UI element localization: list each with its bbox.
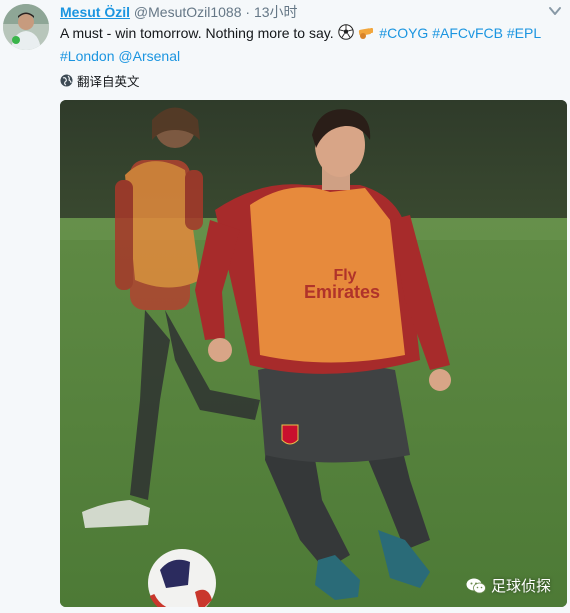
display-name[interactable]: Mesut Özil [60,4,130,20]
avatar[interactable] [3,4,49,50]
watermark: 足球侦探 [466,575,551,596]
soccer-ball-emoji-icon [337,24,354,46]
timestamp[interactable]: 13小时 [254,4,298,20]
globe-icon [60,74,73,87]
watermark-label: 足球侦探 [491,578,552,595]
tweet-card: Mesut Özil @MesutOzil1088 · 13小时 A must … [0,0,570,613]
shirt-text-line2: Emirates [304,282,380,302]
avatar-image [3,4,49,50]
training-photo: Fly Emirates [60,100,567,607]
hashtag-afcvfcb[interactable]: #AFCvFCB [432,25,503,41]
tweet-header: Mesut Özil @MesutOzil1088 · 13小时 [60,3,298,21]
wechat-icon [466,578,486,593]
chevron-down-icon[interactable] [548,4,562,18]
separator-dot: · [245,4,251,20]
hashtag-epl[interactable]: #EPL [507,25,541,41]
tweet-text: A must - win tomorrow. Nothing more to s… [60,23,560,67]
cannon-emoji-icon [357,25,375,46]
hashtag-london[interactable]: #London [60,48,115,64]
tweet-photo[interactable]: Fly Emirates [60,100,567,607]
translate-label: 翻译自英文 [77,75,140,89]
translate-link[interactable]: 翻译自英文 [60,71,140,90]
tweet-body: A must - win tomorrow. Nothing more to s… [60,25,338,41]
mention-arsenal[interactable]: @Arsenal [118,48,180,64]
user-handle[interactable]: @MesutOzil1088 [134,4,242,20]
hashtag-coyg[interactable]: #COYG [379,25,428,41]
